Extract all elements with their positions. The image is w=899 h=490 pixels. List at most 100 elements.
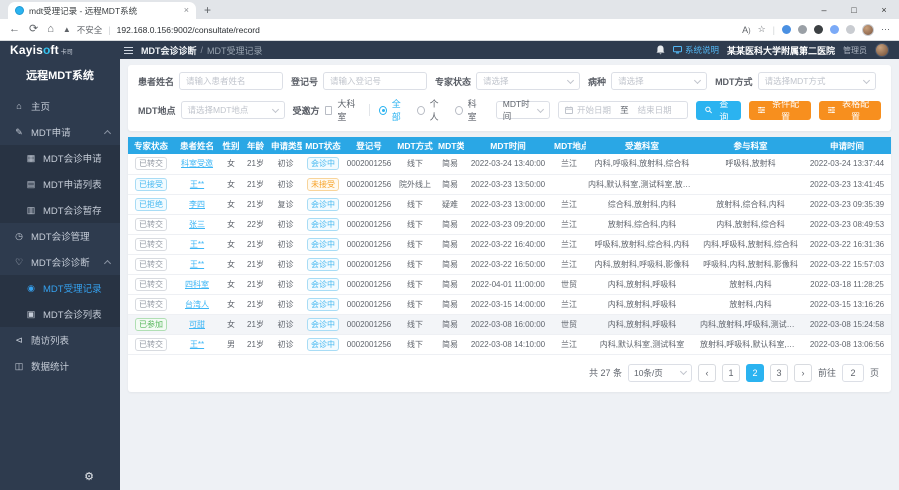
cell-reg-no: 0002001256 [344,294,394,314]
sidebar-item-label: 主页 [31,99,50,113]
user-avatar[interactable] [875,43,889,57]
radio-all[interactable] [379,106,387,115]
patient-name-link[interactable]: 四科室 [185,280,209,289]
extension-icon[interactable] [830,25,839,34]
settings-gear-icon[interactable]: ⚙ [84,470,94,483]
page-button-3[interactable]: 3 [770,364,788,382]
breadcrumb-section[interactable]: MDT会诊诊断 [141,44,197,57]
cell-name: 王** [174,254,220,274]
patient-name-input[interactable]: 请输入患者姓名 [179,72,283,90]
home-icon[interactable]: ⌂ [47,24,54,35]
column-header-7: MDT方式 [394,137,436,154]
patient-name-link[interactable]: 王** [190,180,204,189]
window-close-button[interactable]: × [869,0,899,19]
prev-page-button[interactable]: ‹ [698,364,716,382]
cell-apply-time: 2022-03-23 08:49:53 [803,214,891,234]
goto-page-input[interactable] [842,364,864,382]
browser-profile-avatar[interactable] [862,24,874,36]
radio-dept[interactable] [455,106,463,115]
records-table-panel: 专家状态患者姓名性别年龄申请类型MDT状态登记号MDT方式MDT类型MDT时间M… [128,137,891,392]
extension-icon[interactable] [798,25,807,34]
chevron-down-icon [863,76,870,83]
extension-icon[interactable] [846,25,855,34]
bell-icon[interactable] [656,45,665,55]
table-config-icon [828,106,835,114]
mdt-mode-select[interactable]: 请选择MDT方式 [758,72,876,90]
date-range-input[interactable]: 开始日期 至 结束日期 [558,101,687,119]
sidebar-item-mdt-consult-list[interactable]: ▣MDT会诊列表 [0,301,120,327]
sidebar-item-mdt-consult-manage[interactable]: ◷MDT会诊管理 [0,223,120,249]
sidebar-item-mdt-apply[interactable]: ✎MDT申请 [0,119,120,145]
cell-joined-depts: 呼吸科,内科,放射科,影像科 [698,254,803,274]
sidebar-item-home[interactable]: ⌂主页 [0,93,120,119]
extension-icon[interactable] [782,25,791,34]
hospital-name: 某某医科大学附属第二医院 [727,44,835,57]
patient-name-link[interactable]: 王** [190,260,204,269]
extension-icon[interactable] [814,25,823,34]
patient-name-link[interactable]: 李四 [189,200,205,209]
sidebar-item-mdt-consult-draft[interactable]: ▥MDT会诊暂存 [0,197,120,223]
mdt-place-placeholder: 请选择MDT地点 [188,104,249,116]
time-field-select[interactable]: MDT时间 [496,101,550,119]
patient-name-link[interactable]: 王** [190,340,204,349]
sidebar-item-data-stats[interactable]: ◫数据统计 [0,353,120,379]
next-page-button[interactable]: › [794,364,812,382]
cell-apply-type: 初诊 [269,274,302,294]
cell-age: 21岁 [242,314,269,334]
sidebar-item-mdt-consult-apply[interactable]: ▦MDT会诊申请 [0,145,120,171]
condition-config-button[interactable]: 条件配置 [749,101,811,120]
sidebar-item-mdt-accept-record[interactable]: ◉MDT受理记录 [0,275,120,301]
window-minimize-button[interactable]: – [809,0,839,19]
cell-mdt-type: 简易 [436,214,464,234]
app-logo[interactable]: Kayisoft 卡司 [0,43,120,57]
status-badge: 未接受 [307,178,339,191]
cell-expert-status: 已接受 [128,174,174,194]
sidebar-item-followup-list[interactable]: ⊲随访列表 [0,327,120,353]
read-aloud-icon[interactable]: A) [742,25,751,35]
address-bar[interactable]: ▲ 不安全 | 192.168.0.156:9002/consultate/re… [63,24,733,36]
tab-close-icon[interactable]: × [184,6,189,15]
big-dept-checkbox[interactable] [325,106,333,115]
page-button-1[interactable]: 1 [722,364,740,382]
cell-mdt-time: 2022-03-22 16:50:00 [464,254,552,274]
status-badge: 已转交 [135,238,167,251]
refresh-icon[interactable]: ⟳ [29,24,38,35]
data-stats-icon: ◫ [14,361,24,372]
table-row: 已转交台湾人女21岁初诊会诊中0002001256线下简易2022-03-15 … [128,294,891,314]
page-size-select[interactable]: 10条/页 [628,364,692,382]
disease-select[interactable]: 请选择 [611,72,707,90]
reg-no-input[interactable]: 请输入登记号 [323,72,427,90]
window-maximize-button[interactable]: □ [839,0,869,19]
sidebar-item-mdt-apply-list[interactable]: ▤MDT申请列表 [0,171,120,197]
sidebar-item-mdt-consult-diagnosis[interactable]: ♡MDT会诊诊断 [0,249,120,275]
page-button-2[interactable]: 2 [746,364,764,382]
browser-tab[interactable]: mdt受理记录 - 远程MDT系统 × [8,2,196,19]
patient-name-link[interactable]: 可甜 [189,320,205,329]
new-tab-button[interactable]: + [204,3,211,17]
chevron-down-icon [567,76,574,83]
table-config-button[interactable]: 表格配置 [819,101,881,120]
patient-name-link[interactable]: 台湾人 [185,300,209,309]
column-header-11: 受邀科室 [586,137,698,154]
cell-invited-depts: 内科,放射科,呼吸科 [586,274,698,294]
mdt-place-select[interactable]: 请选择MDT地点 [181,101,285,119]
sidebar-collapse-icon[interactable] [124,47,133,54]
status-badge: 已转交 [135,218,167,231]
patient-name-link[interactable]: 张三 [189,220,205,229]
search-button[interactable]: 查询 [696,101,742,120]
expert-status-select[interactable]: 请选择 [476,72,580,90]
cell-apply-time: 2022-03-22 15:57:03 [803,254,891,274]
cell-mdt-time: 2022-03-23 13:00:00 [464,194,552,214]
radio-personal[interactable] [417,106,425,115]
patient-name-link[interactable]: 科室受邀 [181,159,213,168]
pagination: 共 27 条 10条/页 ‹ 123 › 前往 页 [128,355,891,392]
cell-mdt-mode: 线下 [394,314,436,334]
patient-name-link[interactable]: 王** [190,240,204,249]
cell-mdt-time: 2022-03-15 14:00:00 [464,294,552,314]
system-help-link[interactable]: 系统说明 [673,44,719,56]
window-controls: – □ × [809,0,899,19]
browser-menu-icon[interactable]: ⋯ [881,24,890,35]
favorite-star-icon[interactable]: ☆ [758,24,766,35]
back-icon[interactable]: ← [9,24,20,35]
cell-mdt-mode: 院外线上 [394,174,436,194]
